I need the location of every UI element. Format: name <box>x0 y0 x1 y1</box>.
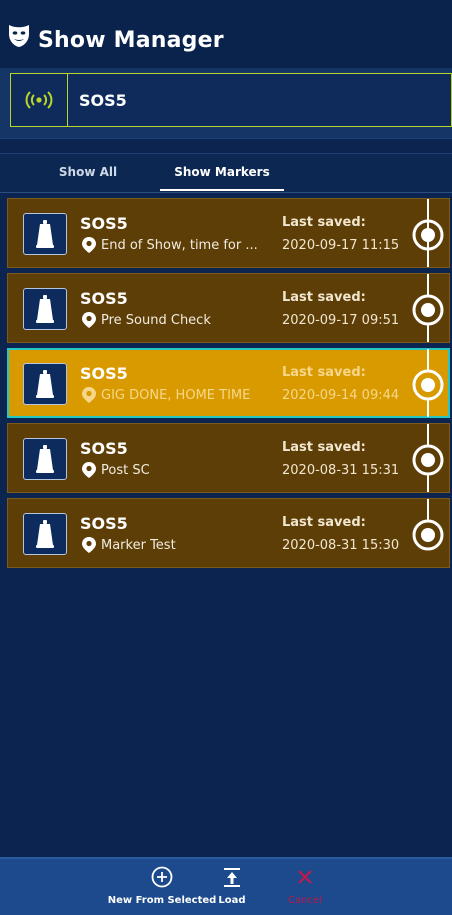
timeline-node-icon <box>412 199 444 267</box>
marker: Pre Sound Check <box>82 311 272 329</box>
load-label: Load <box>218 895 246 906</box>
location-pin-icon <box>82 387 96 403</box>
location-pin-icon <box>82 237 96 253</box>
cancel-button[interactable]: Cancel <box>280 865 330 913</box>
marker-name: Post SC <box>101 462 150 478</box>
marker-name: Pre Sound Check <box>101 312 211 328</box>
tab-show-markers[interactable]: Show Markers <box>160 154 284 191</box>
marker: Post SC <box>82 461 272 479</box>
timeline-node-icon <box>412 424 444 492</box>
show-name: SOS5 <box>80 439 128 458</box>
load-button[interactable]: Load <box>214 865 250 913</box>
last-saved-label: Last saved: <box>282 215 366 230</box>
page-title: Show Manager <box>38 28 224 53</box>
device-bar: SOS5 <box>0 68 452 138</box>
wireless-signal-icon <box>11 74 68 126</box>
show-row-selected[interactable]: SOS5 GIG DONE, HOME TIME Last saved: 202… <box>7 348 450 418</box>
new-from-selected-label: New From Selected <box>107 895 217 906</box>
last-saved-label: Last saved: <box>282 440 366 455</box>
marker: Marker Test <box>82 536 272 554</box>
bell-icon <box>23 363 67 405</box>
bell-icon <box>23 513 67 555</box>
cancel-label: Cancel <box>288 895 322 906</box>
bell-icon <box>23 288 67 330</box>
show-name: SOS5 <box>80 214 128 233</box>
location-pin-icon <box>82 462 96 478</box>
marker-name: GIG DONE, HOME TIME <box>101 387 251 403</box>
timeline-node-icon <box>412 349 444 417</box>
marker-name: Marker Test <box>101 537 176 553</box>
last-saved-label: Last saved: <box>282 515 366 530</box>
show-row[interactable]: SOS5 Marker Test Last saved: 2020-08-31 … <box>7 498 450 568</box>
new-from-selected-button[interactable]: New From Selected <box>107 865 217 913</box>
marker-name: End of Show, time for ... <box>101 237 258 253</box>
last-saved-time: 2020-09-17 11:15 <box>282 238 400 253</box>
show-name: SOS5 <box>80 289 128 308</box>
last-saved-time: 2020-08-31 15:30 <box>282 538 400 553</box>
show-row[interactable]: SOS5 End of Show, time for ... Last save… <box>7 198 450 268</box>
bell-icon <box>23 438 67 480</box>
close-icon <box>298 870 312 884</box>
last-saved-time: 2020-09-17 09:51 <box>282 313 400 328</box>
upload-icon <box>224 868 240 887</box>
marker: End of Show, time for ... <box>82 236 272 254</box>
device-name: SOS5 <box>79 91 127 110</box>
bell-icon <box>23 213 67 255</box>
last-saved-time: 2020-09-14 09:44 <box>282 388 400 403</box>
header: Show Manager <box>0 0 452 68</box>
show-name: SOS5 <box>80 514 128 533</box>
add-circle-icon <box>151 866 173 888</box>
last-saved-time: 2020-08-31 15:31 <box>282 463 400 478</box>
action-bar: New From Selected Load Cancel <box>0 857 452 915</box>
location-pin-icon <box>82 537 96 553</box>
theatre-masks-icon <box>9 25 29 47</box>
last-saved-label: Last saved: <box>282 290 366 305</box>
divider <box>0 138 452 153</box>
device-selector[interactable]: SOS5 <box>10 73 452 127</box>
show-row[interactable]: SOS5 Pre Sound Check Last saved: 2020-09… <box>7 273 450 343</box>
tab-show-all[interactable]: Show All <box>40 154 136 190</box>
show-row[interactable]: SOS5 Post SC Last saved: 2020-08-31 15:3… <box>7 423 450 493</box>
show-name: SOS5 <box>80 364 128 383</box>
location-pin-icon <box>82 312 96 328</box>
timeline-node-icon <box>412 274 444 342</box>
timeline-node-icon <box>412 499 444 551</box>
tab-bar: Show All Show Markers <box>0 153 452 193</box>
marker: GIG DONE, HOME TIME <box>82 386 272 404</box>
last-saved-label: Last saved: <box>282 365 366 380</box>
